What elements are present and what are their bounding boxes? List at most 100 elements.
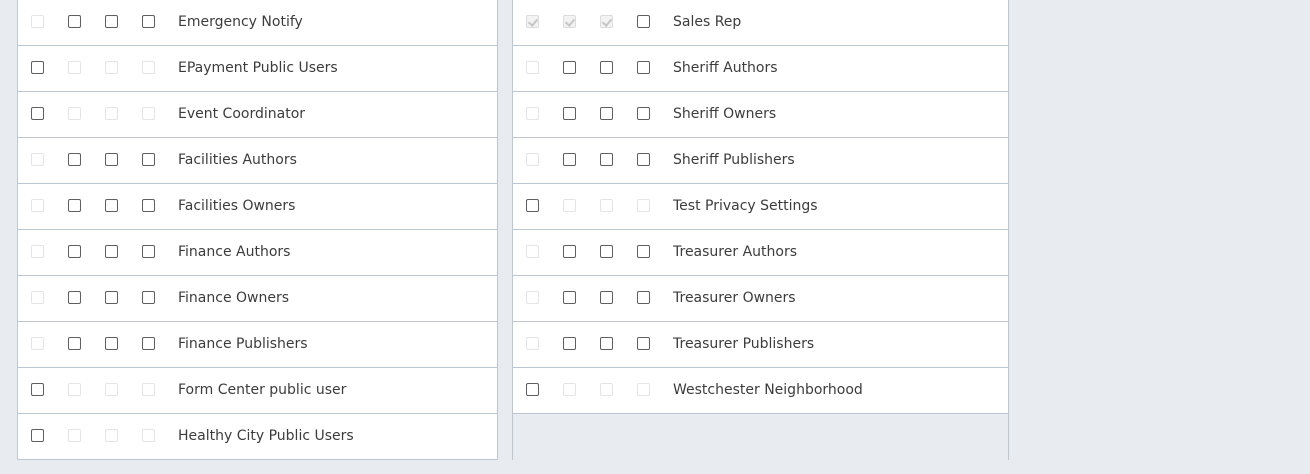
permission-checkbox-1	[31, 153, 44, 166]
permission-checkbox-4[interactable]	[142, 337, 155, 350]
group-label: Facilities Authors	[178, 152, 297, 168]
permission-checkbox-1[interactable]	[526, 383, 539, 396]
permission-checkbox-3	[105, 429, 118, 442]
permission-checkbox-3[interactable]	[600, 337, 613, 350]
permission-checkbox-3	[600, 383, 613, 396]
permission-checkbox-2[interactable]	[68, 153, 81, 166]
permission-checkbox-4	[142, 383, 155, 396]
permission-checkbox-1[interactable]	[31, 61, 44, 74]
permission-checkbox-1[interactable]	[31, 429, 44, 442]
permission-checkbox-2[interactable]	[563, 153, 576, 166]
permission-checkbox-2	[68, 107, 81, 120]
permission-row-sheriff-authors: Sheriff Authors	[513, 46, 1008, 92]
permission-checkbox-4[interactable]	[637, 337, 650, 350]
permission-checkbox-1	[31, 291, 44, 304]
permission-checkbox-2[interactable]	[563, 291, 576, 304]
permission-row-form-center-public-user: Form Center public user	[18, 368, 497, 414]
group-label: Westchester Neighborhood	[673, 382, 863, 398]
group-label: Sheriff Publishers	[673, 152, 795, 168]
permission-checkbox-3[interactable]	[600, 291, 613, 304]
permission-row-facilities-owners: Facilities Owners	[18, 184, 497, 230]
permission-checkbox-2[interactable]	[563, 337, 576, 350]
permission-checkbox-2[interactable]	[68, 291, 81, 304]
permission-checkbox-1[interactable]	[31, 107, 44, 120]
permission-checkbox-2[interactable]	[68, 199, 81, 212]
permission-checkbox-4[interactable]	[637, 61, 650, 74]
permission-checkbox-2[interactable]	[68, 337, 81, 350]
permission-row-finance-authors: Finance Authors	[18, 230, 497, 276]
permission-checkbox-2[interactable]	[68, 245, 81, 258]
permission-row-sheriff-owners: Sheriff Owners	[513, 92, 1008, 138]
permission-checkbox-4[interactable]	[637, 107, 650, 120]
permission-checkbox-2[interactable]	[563, 61, 576, 74]
permission-row-treasurer-owners: Treasurer Owners	[513, 276, 1008, 322]
group-label: Form Center public user	[178, 382, 347, 398]
permission-checkbox-3[interactable]	[600, 245, 613, 258]
permission-row-event-coordinator: Event Coordinator	[18, 92, 497, 138]
permission-checkbox-4	[142, 107, 155, 120]
group-label: Event Coordinator	[178, 106, 306, 122]
permission-checkbox-1	[526, 337, 539, 350]
group-label: Finance Publishers	[178, 336, 308, 352]
permission-checkbox-4[interactable]	[142, 153, 155, 166]
permission-checkbox-3	[105, 383, 118, 396]
permission-checkbox-4[interactable]	[637, 291, 650, 304]
permission-checkbox-3[interactable]	[600, 61, 613, 74]
permission-checkbox-2	[563, 199, 576, 212]
permission-checkbox-2	[68, 383, 81, 396]
permission-checkbox-3	[600, 199, 613, 212]
permission-checkbox-2[interactable]	[563, 107, 576, 120]
permission-checkbox-4	[142, 429, 155, 442]
permission-checkbox-3	[105, 61, 118, 74]
permission-checkbox-1[interactable]	[526, 199, 539, 212]
permission-checkbox-4	[637, 199, 650, 212]
group-label: Emergency Notify	[178, 14, 303, 30]
group-label: EPayment Public Users	[178, 60, 338, 76]
permission-checkbox-2	[563, 15, 576, 28]
permission-checkbox-2	[68, 61, 81, 74]
permission-row-sheriff-publishers: Sheriff Publishers	[513, 138, 1008, 184]
permission-checkbox-3[interactable]	[105, 337, 118, 350]
group-label: Treasurer Owners	[673, 290, 796, 306]
permission-row-epayment-public-users: EPayment Public Users	[18, 46, 497, 92]
permission-checkbox-4[interactable]	[637, 15, 650, 28]
permission-checkbox-4[interactable]	[142, 245, 155, 258]
group-label: Test Privacy Settings	[673, 198, 818, 214]
permission-checkbox-1	[31, 199, 44, 212]
permission-checkbox-4[interactable]	[142, 15, 155, 28]
permission-row-healthy-city-public-users: Healthy City Public Users	[18, 414, 497, 460]
permission-checkbox-4[interactable]	[637, 245, 650, 258]
permission-checkbox-4	[142, 61, 155, 74]
left-permission-list: Emergency Notify EPayment Public Users Eve…	[17, 0, 498, 460]
permission-checkbox-2[interactable]	[563, 245, 576, 258]
permission-checkbox-1[interactable]	[31, 383, 44, 396]
permission-checkbox-1	[526, 61, 539, 74]
permission-checkbox-2	[563, 383, 576, 396]
group-label: Finance Owners	[178, 290, 290, 306]
group-label: Finance Authors	[178, 244, 291, 260]
permission-checkbox-3[interactable]	[105, 199, 118, 212]
permission-checkbox-3	[600, 15, 613, 28]
permission-checkbox-3[interactable]	[105, 153, 118, 166]
permission-checkbox-1	[526, 291, 539, 304]
permission-checkbox-4[interactable]	[637, 153, 650, 166]
right-permission-list: Sales Rep Sheriff Authors Sheriff Owners Sh…	[513, 0, 1008, 414]
permission-checkbox-3[interactable]	[105, 245, 118, 258]
group-label: Treasurer Authors	[673, 244, 797, 260]
permission-checkbox-4[interactable]	[142, 199, 155, 212]
permission-checkbox-1	[31, 337, 44, 350]
permission-row-emergency-notify: Emergency Notify	[18, 0, 497, 46]
permission-checkbox-4	[637, 383, 650, 396]
permission-row-finance-owners: Finance Owners	[18, 276, 497, 322]
permission-checkbox-3[interactable]	[600, 107, 613, 120]
permission-checkbox-3[interactable]	[105, 291, 118, 304]
permission-checkbox-2[interactable]	[68, 15, 81, 28]
group-label: Sheriff Authors	[673, 60, 778, 76]
permission-checkbox-1	[526, 15, 539, 28]
permission-checkbox-4[interactable]	[142, 291, 155, 304]
permission-checkbox-3[interactable]	[105, 15, 118, 28]
permission-checkbox-3[interactable]	[600, 153, 613, 166]
group-label: Facilities Owners	[178, 198, 296, 214]
permission-checkbox-1	[526, 153, 539, 166]
right-permission-panel: Sales Rep Sheriff Authors Sheriff Owners Sh…	[512, 0, 1009, 460]
